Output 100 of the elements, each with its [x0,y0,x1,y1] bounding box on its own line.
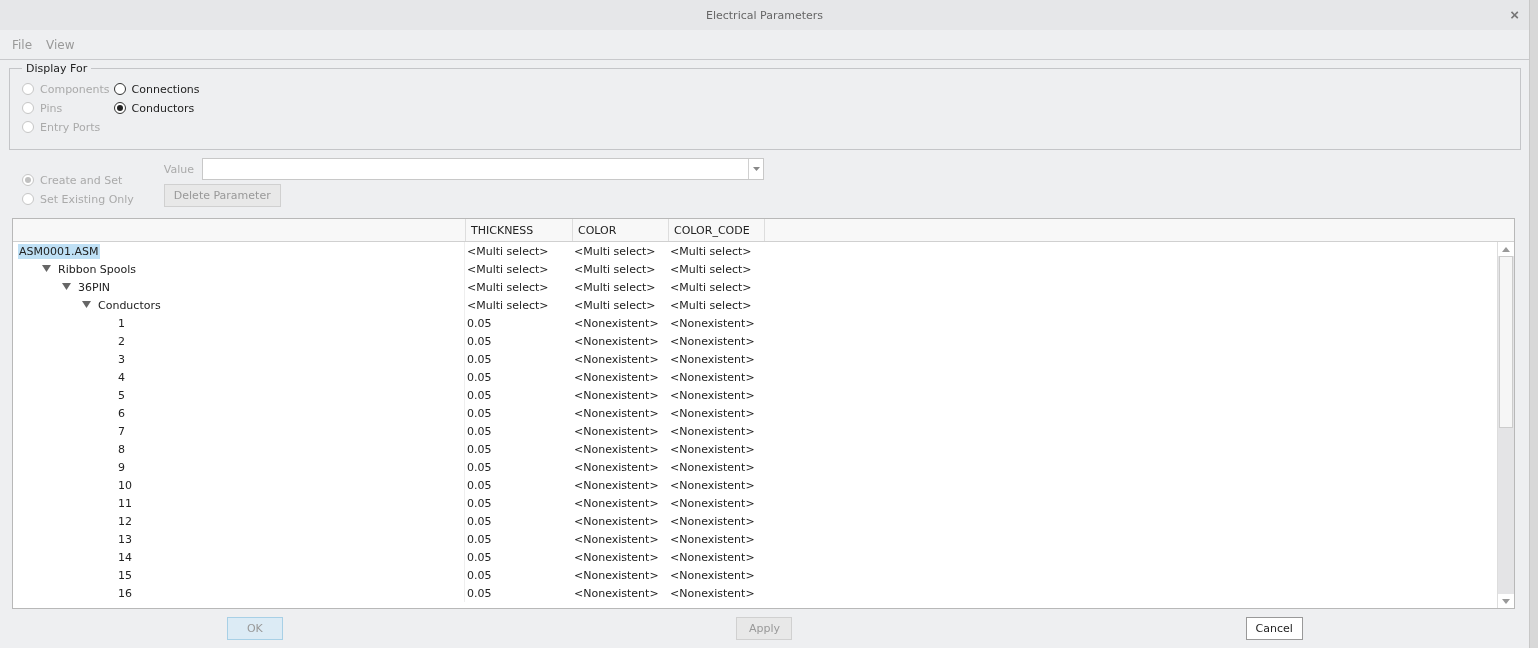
value-label: Value [163,162,195,176]
table-cell-text: <Nonexistent> [669,352,756,366]
radio-button[interactable] [113,102,126,114]
radio-label[interactable]: Conductors [131,101,195,115]
tree-item[interactable]: 11 [117,495,133,511]
vertical-scrollbar[interactable] [1497,242,1514,608]
table-cell-text: 0.05 [466,586,493,600]
table-cell-text: <Nonexistent> [573,352,660,366]
table-cell-text: <Nonexistent> [669,316,756,330]
tree-item[interactable]: 3 [117,351,126,367]
table-cell-text: 0.05 [466,460,493,474]
expanded-triangle-icon[interactable] [41,265,51,273]
tree-item[interactable]: 12 [117,513,133,529]
table-cell-text: <Nonexistent> [669,586,756,600]
close-button[interactable]: × [1508,7,1521,23]
scroll-down-icon[interactable] [1502,598,1510,604]
table-cell-text: <Nonexistent> [669,532,756,546]
table-cell-text: <Nonexistent> [669,460,756,474]
expanded-triangle-icon[interactable] [81,301,91,309]
dropdown-arrow-icon[interactable] [752,167,760,171]
table-cell-text: <Nonexistent> [573,424,660,438]
tree-item[interactable]: 14 [117,549,133,565]
tree-item[interactable]: ASM0001.ASM [18,243,100,259]
tree-item[interactable]: 10 [117,477,133,493]
table-cell-text: <Nonexistent> [669,478,756,492]
table-cell-text: <Multi select> [669,298,753,312]
cancel-button[interactable]: Cancel [1245,617,1303,640]
table-cell-text: 0.05 [466,424,493,438]
table-cell-text: <Nonexistent> [573,568,660,582]
table-cell-text: <Nonexistent> [573,496,660,510]
table-cell-text: <Nonexistent> [573,460,660,474]
table-cell-text: <Nonexistent> [669,388,756,402]
table-cell-text: 0.05 [466,406,493,420]
table-cell-text: <Nonexistent> [669,550,756,564]
column-header[interactable]: THICKNESS [466,219,573,241]
table-cell-text: <Multi select> [573,262,657,276]
table-cell-text: <Nonexistent> [669,424,756,438]
table-cell-text: 0.05 [466,442,493,456]
tree-item[interactable]: 16 [117,585,133,601]
table-cell-text: 0.05 [466,388,493,402]
table-cell-text: <Multi select> [573,298,657,312]
column-header[interactable]: COLOR [573,219,669,241]
table-cell-text: <Nonexistent> [573,478,660,492]
table-cell-text: <Multi select> [669,280,753,294]
table-cell-text: 0.05 [466,316,493,330]
tree-item[interactable]: Conductors [97,297,162,313]
table-cell-text: <Multi select> [466,244,550,258]
tree-item[interactable]: 1 [117,315,126,331]
table-cell-text: <Nonexistent> [573,514,660,528]
table-cell-text: 0.05 [466,514,493,528]
table-cell-text: 0.05 [466,352,493,366]
tree-item[interactable]: 2 [117,333,126,349]
table-cell-text: <Multi select> [573,280,657,294]
table-cell-text: <Multi select> [466,280,550,294]
tree-item[interactable]: 8 [117,441,126,457]
table-cell-text: 0.05 [466,532,493,546]
tree-item[interactable]: 7 [117,423,126,439]
tree-item[interactable]: Ribbon Spools [57,261,138,277]
tree-item[interactable]: 6 [117,405,126,421]
table-cell-text: <Nonexistent> [669,568,756,582]
value-dropdown[interactable] [202,158,765,180]
table-cell-text: 0.05 [466,550,493,564]
table-cell-text: <Nonexistent> [573,586,660,600]
table-cell-text: <Nonexistent> [573,442,660,456]
expanded-triangle-icon[interactable] [61,283,71,291]
table-cell-text: <Multi select> [466,262,550,276]
table-cell-text: <Nonexistent> [573,316,660,330]
table-cell-text: <Nonexistent> [669,334,756,348]
column-header[interactable]: COLOR_CODE [669,219,765,241]
tree-item[interactable]: 36PIN [77,279,112,295]
table-cell-text: <Nonexistent> [669,514,756,528]
table-cell-text: <Nonexistent> [669,370,756,384]
table-cell-text: 0.05 [466,478,493,492]
tree-item[interactable]: 13 [117,531,133,547]
tree-item[interactable]: 9 [117,459,126,475]
table-cell-text: <Nonexistent> [669,442,756,456]
tree-item[interactable]: 5 [117,387,126,403]
table-cell-text: <Nonexistent> [573,334,660,348]
window-title: Electrical Parameters [706,8,823,22]
table-cell-text: <Nonexistent> [669,496,756,510]
table-cell-text: <Multi select> [669,244,753,258]
tree-item[interactable]: 4 [117,369,126,385]
table-cell-text: 0.05 [466,568,493,582]
table-cell-text: <Nonexistent> [573,370,660,384]
table-cell-text: <Nonexistent> [573,550,660,564]
scroll-up-icon[interactable] [1502,246,1510,252]
table-cell-text: 0.05 [466,334,493,348]
table-cell-text: 0.05 [466,370,493,384]
table-cell-text: <Multi select> [573,244,657,258]
table-cell-text: <Multi select> [466,298,550,312]
radio-button[interactable] [113,83,126,95]
table-cell-text: <Nonexistent> [573,532,660,546]
table-cell-text: <Multi select> [669,262,753,276]
table-cell-text: <Nonexistent> [669,406,756,420]
table-cell-text: <Nonexistent> [573,388,660,402]
table-cell-text: <Nonexistent> [573,406,660,420]
group-title: Display For [25,62,89,75]
radio-label[interactable]: Connections [131,82,200,96]
table-cell-text: 0.05 [466,496,493,510]
tree-item[interactable]: 15 [117,567,133,583]
